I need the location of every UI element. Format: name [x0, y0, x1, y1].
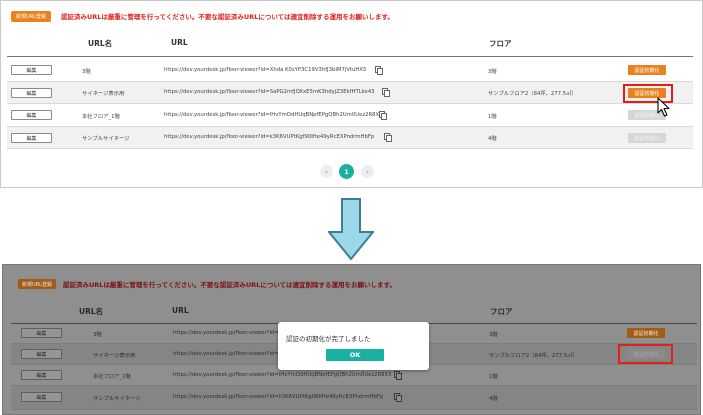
- pagination-page-1[interactable]: 1: [339, 164, 354, 179]
- floor-name: 4階: [489, 396, 498, 402]
- url-name: サンプルサイネージ: [82, 136, 130, 142]
- copy-icon[interactable]: [379, 111, 387, 120]
- url-value: https://dev.yourdesk.jp/floor-viewer?id=…: [164, 67, 367, 73]
- notice-text: 認証済みURLは厳重に管理を行ってください。不要な認証済みURLについては適宜削…: [63, 281, 396, 289]
- new-url-button: 新規URL登録: [18, 279, 56, 289]
- url-name: 本社フロア_1階: [93, 374, 131, 380]
- floor-name: 4階: [488, 136, 497, 142]
- completion-dialog: 認証の初期化が完了しました OK: [278, 322, 429, 370]
- notice-text: 認証済みURLは厳重に管理を行ってください。不要な認証済みURLについては適宜削…: [61, 13, 394, 21]
- copy-icon[interactable]: [382, 88, 390, 97]
- edit-button[interactable]: 編集: [11, 110, 52, 120]
- copy-icon[interactable]: [375, 66, 383, 75]
- copy-icon: [394, 393, 402, 402]
- url-management-panel: 新規URL登録 認証済みURLは厳重に管理を行ってください。不要な認証済みURL…: [0, 0, 703, 188]
- floor-name: 1階: [488, 114, 497, 120]
- dialog-message: 認証の初期化が完了しました: [286, 335, 371, 343]
- url-value: https://dev.yourdesk.jp/floor-viewer?id=…: [173, 394, 384, 400]
- copy-icon: [394, 371, 402, 380]
- url-name: 3階: [82, 69, 91, 75]
- url-value: https://dev.yourdesk.jp/floor-viewer?id=…: [164, 112, 383, 118]
- floor-name: サンプルフロア2（84坪、277.5㎡）: [489, 353, 578, 359]
- table-row: 編集 サンプルサイネージ https://dev.yourdesk.jp/flo…: [7, 127, 693, 149]
- column-header-floor: フロア: [490, 307, 513, 316]
- url-value: https://dev.yourdesk.jp/floor-viewer?id=…: [173, 330, 293, 336]
- chevron-left-icon: ‹: [325, 167, 328, 176]
- url-value: https://dev.yourdesk.jp/floor-viewer?id=: [173, 351, 279, 357]
- ok-button[interactable]: OK: [326, 349, 384, 361]
- table-row: 編集 3階 https://dev.yourdesk.jp/floor-view…: [7, 58, 693, 82]
- floor-name: サンプルフロア2（84坪、277.5㎡）: [488, 91, 577, 97]
- header-divider: [7, 56, 693, 57]
- highlight-box: [618, 344, 673, 364]
- column-header-floor: フロア: [489, 39, 512, 48]
- edit-button[interactable]: 編集: [11, 65, 52, 75]
- auth-reset-button: 認証初期化: [628, 133, 666, 143]
- column-header-url: URL: [171, 38, 188, 47]
- url-name: サイネージ表示用: [93, 353, 136, 359]
- edit-button: 編集: [21, 349, 62, 359]
- copy-icon[interactable]: [384, 133, 392, 142]
- chevron-right-icon: ›: [366, 167, 369, 176]
- auth-reset-button[interactable]: 認証初期化: [628, 65, 666, 75]
- pagination-next[interactable]: ›: [361, 165, 374, 178]
- column-header-name: URL名: [88, 39, 113, 48]
- edit-button: 編集: [21, 392, 62, 402]
- mouse-cursor-icon: [657, 97, 670, 117]
- column-header-url: URL: [172, 306, 189, 315]
- url-name: サイネージ表示用: [82, 91, 125, 97]
- edit-button: 編集: [21, 370, 62, 380]
- floor-name: 3階: [489, 332, 498, 338]
- table-row: 編集 本社フロア_1階 https://dev.yourdesk.jp/floo…: [7, 104, 693, 127]
- url-value: https://dev.yourdesk.jp/floor-viewer?id=…: [164, 89, 375, 95]
- url-value: https://dev.yourdesk.jp/floor-viewer?id=…: [164, 134, 375, 140]
- table-row: 編集 サイネージ表示用 https://dev.yourdesk.jp/floo…: [7, 82, 693, 104]
- down-arrow-icon: [328, 198, 374, 260]
- new-url-button[interactable]: 新規URL登録: [11, 11, 51, 22]
- url-name: 本社フロア_1階: [82, 114, 120, 120]
- url-name: サンプルサイネージ: [93, 396, 141, 402]
- tutorial-figure: 新規URL登録 認証済みURLは厳重に管理を行ってください。不要な認証済みURL…: [0, 0, 703, 415]
- table-row: 編集 サンプルサイネージ https://dev.yourdesk.jp/flo…: [11, 386, 697, 410]
- url-name: 3階: [93, 332, 102, 338]
- edit-button[interactable]: 編集: [11, 133, 52, 143]
- edit-button[interactable]: 編集: [11, 88, 52, 98]
- url-value: https://dev.yourdesk.jp/floor-viewer?id=…: [173, 372, 392, 378]
- auth-reset-button: 認証初期化: [627, 328, 665, 338]
- floor-name: 3階: [488, 69, 497, 75]
- floor-name: 1階: [489, 374, 498, 380]
- edit-button: 編集: [21, 328, 62, 338]
- pagination-prev[interactable]: ‹: [320, 165, 333, 178]
- column-header-name: URL名: [79, 307, 104, 316]
